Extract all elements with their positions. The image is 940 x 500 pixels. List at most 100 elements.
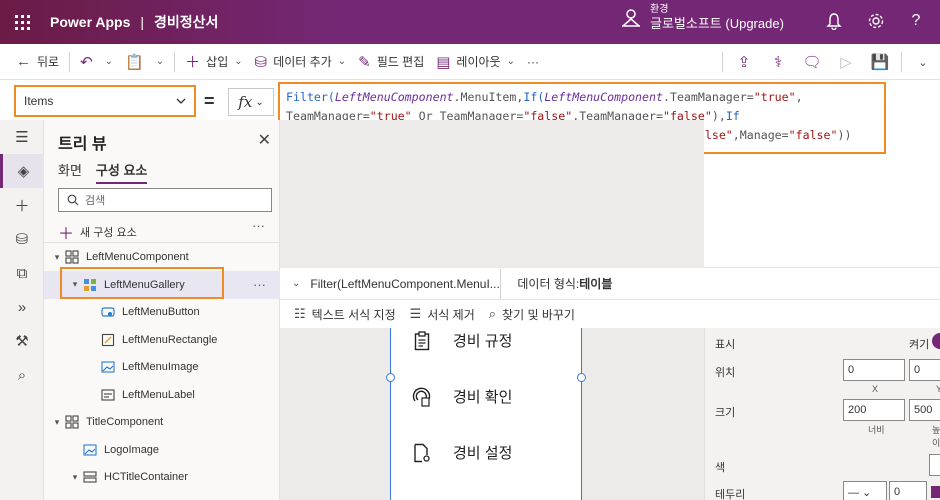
gallery-item-label: 경비 설정 bbox=[453, 445, 513, 462]
insert-plus-icon[interactable]: ＋ bbox=[0, 188, 44, 222]
app-launcher-icon[interactable] bbox=[0, 0, 44, 44]
more-options-icon[interactable]: ··· bbox=[252, 218, 265, 233]
advanced-tools-icon[interactable]: ⚒ bbox=[0, 324, 44, 358]
chevron-down-icon[interactable]: ⌄ bbox=[906, 44, 940, 80]
app-name[interactable]: Power Apps bbox=[50, 14, 130, 30]
left-menu-gallery[interactable]: 경비 규정 경비 확인 경비 설정 bbox=[390, 328, 582, 500]
document-name[interactable]: 경비정산서 bbox=[154, 12, 218, 32]
share-icon[interactable]: ⇪ bbox=[727, 44, 761, 80]
undo-button[interactable]: ↶ ⌄ bbox=[74, 44, 119, 80]
layout-button[interactable]: ▤ 레이아웃 ⌄ bbox=[430, 44, 521, 80]
format-text-button[interactable]: ☷ 텍스트 서식 지정 bbox=[294, 306, 396, 323]
image-icon bbox=[82, 443, 98, 457]
y-position-input[interactable]: 0 bbox=[909, 359, 940, 381]
save-icon[interactable]: 💾 bbox=[863, 44, 897, 80]
tree-tabs: 화면 구성 요소 bbox=[58, 160, 148, 184]
search-icon[interactable]: ⌕ bbox=[0, 358, 44, 392]
tree-node-label: LogoImage bbox=[104, 443, 160, 456]
tree-node-label: TitleComponent bbox=[86, 416, 164, 428]
edit-fields-button[interactable]: ✎ 필드 편집 bbox=[352, 44, 430, 80]
gallery-item-label: 경비 확인 bbox=[453, 389, 513, 406]
chevron-down-icon[interactable]: ⌄ bbox=[156, 56, 164, 67]
new-component-button[interactable]: ＋ 새 구성 요소 bbox=[58, 220, 137, 244]
format-text-icon: ☷ bbox=[294, 306, 306, 321]
formula-token: "false" bbox=[788, 128, 838, 142]
add-data-button[interactable]: ⛁ 데이터 추가 ⌄ bbox=[249, 44, 353, 80]
hamburger-menu-icon[interactable]: ☰ bbox=[0, 120, 44, 154]
app-checker-stethoscope-icon[interactable]: ⚕ bbox=[761, 44, 795, 80]
insert-button[interactable]: ＋ 삽입 ⌄ bbox=[179, 44, 249, 80]
tree-node[interactable]: LeftMenuButton bbox=[44, 298, 280, 326]
tree-node[interactable]: LeftMenuRectangle bbox=[44, 326, 280, 354]
media-icon[interactable]: ⧉ bbox=[0, 256, 44, 290]
chevron-down-icon bbox=[176, 98, 186, 104]
fx-function-button[interactable]: fx ⌄ bbox=[228, 88, 274, 116]
tree-view-title: 트리 뷰 bbox=[58, 136, 107, 153]
resize-handle[interactable] bbox=[577, 373, 586, 382]
tab-screens[interactable]: 화면 bbox=[58, 160, 82, 184]
tree-view-pane: 트리 뷰 ✕ 화면 구성 요소 검색 ＋ 새 구성 요소 ··· ▾ LeftMe… bbox=[44, 120, 280, 500]
more-commands-button[interactable]: ··· bbox=[521, 44, 545, 80]
height-sublabel: 높이 bbox=[932, 425, 940, 448]
paste-button[interactable]: 📋 ⌄ bbox=[119, 44, 170, 80]
y-sublabel: Y bbox=[936, 384, 940, 394]
tree-node[interactable]: LogoImage bbox=[44, 436, 280, 464]
label-icon bbox=[100, 388, 116, 402]
data-type: 데이터 형식:테이블 bbox=[517, 275, 612, 292]
chevron-down-icon[interactable]: ▾ bbox=[68, 472, 82, 483]
tree-search-input[interactable]: 검색 bbox=[58, 188, 272, 212]
document-settings-icon bbox=[411, 443, 433, 463]
tree-view-layers-icon[interactable]: ◈ bbox=[0, 154, 44, 188]
gallery-item[interactable]: 경비 규정 bbox=[411, 330, 512, 351]
more-options-icon[interactable]: ··· bbox=[253, 277, 266, 292]
height-input[interactable]: 500 bbox=[909, 399, 940, 421]
chevron-down-icon[interactable]: ▾ bbox=[50, 252, 64, 263]
fx-icon: fx bbox=[238, 93, 253, 111]
gallery-item[interactable]: 경비 확인 bbox=[411, 386, 512, 407]
notification-bell-icon[interactable] bbox=[824, 12, 844, 32]
x-position-input[interactable]: 0 bbox=[843, 359, 905, 381]
color-swatch[interactable] bbox=[929, 454, 940, 476]
tree-node[interactable]: ▾ TitleComponent bbox=[44, 408, 280, 436]
tree-node[interactable]: LeftMenuLabel bbox=[44, 381, 280, 409]
help-question-icon[interactable]: ? bbox=[906, 12, 926, 32]
search-icon bbox=[67, 194, 79, 206]
border-width-input[interactable]: 0 bbox=[889, 481, 927, 500]
back-button[interactable]: ← 뒤로 bbox=[0, 44, 65, 80]
close-icon[interactable]: ✕ bbox=[258, 130, 271, 150]
chevron-down-icon[interactable]: ▾ bbox=[50, 417, 64, 428]
tree-node-label: HCTitleContainer bbox=[104, 471, 188, 483]
chevron-down-icon[interactable]: ⌄ bbox=[105, 56, 113, 67]
tree-node[interactable]: LeftMenuImage bbox=[44, 353, 280, 381]
remove-format-button[interactable]: ☰ 서식 제거 bbox=[410, 306, 475, 323]
gallery-item[interactable]: 경비 설정 bbox=[411, 442, 512, 463]
play-preview-icon[interactable]: ▷ bbox=[829, 44, 863, 80]
environment-label: 환경 bbox=[650, 4, 669, 15]
width-input[interactable]: 200 bbox=[843, 399, 905, 421]
app-header: Power Apps | 경비정산서 환경 글로벌소프트 (Upgrade) ? bbox=[0, 0, 940, 44]
property-selector[interactable]: Items bbox=[14, 85, 196, 117]
layout-label: 레이아웃 bbox=[456, 55, 501, 69]
formula-token: .TeamManager= bbox=[662, 90, 754, 104]
data-cylinder-icon[interactable]: ⛁ bbox=[0, 222, 44, 256]
formula-token: ), bbox=[711, 109, 726, 123]
chevron-down-icon[interactable]: ⌄ bbox=[292, 278, 300, 289]
border-color-swatch[interactable] bbox=[931, 486, 940, 498]
format-text-label: 텍스트 서식 지정 bbox=[311, 307, 396, 322]
environment-icon bbox=[622, 9, 640, 27]
resize-handle[interactable] bbox=[386, 373, 395, 382]
tree-node[interactable]: ▾ HCTitleContainer bbox=[44, 463, 280, 491]
divider bbox=[500, 268, 502, 299]
power-automate-icon[interactable]: » bbox=[0, 290, 44, 324]
find-replace-button[interactable]: ⌕ 찾기 및 바꾸기 bbox=[489, 306, 575, 323]
tab-components[interactable]: 구성 요소 bbox=[95, 160, 148, 184]
border-style-select[interactable]: — ⌄ bbox=[843, 481, 887, 500]
insert-label: 삽입 bbox=[206, 55, 229, 69]
comments-icon[interactable]: 🗨 bbox=[795, 44, 829, 80]
formula-token: , bbox=[795, 90, 803, 104]
visible-label: 표시 bbox=[715, 339, 736, 351]
settings-gear-icon[interactable] bbox=[866, 12, 886, 32]
environment-picker[interactable]: 환경 글로벌소프트 (Upgrade) bbox=[620, 4, 784, 32]
formula-token: LeftMenuComponent bbox=[334, 90, 454, 104]
formula-token: If( bbox=[523, 90, 545, 104]
